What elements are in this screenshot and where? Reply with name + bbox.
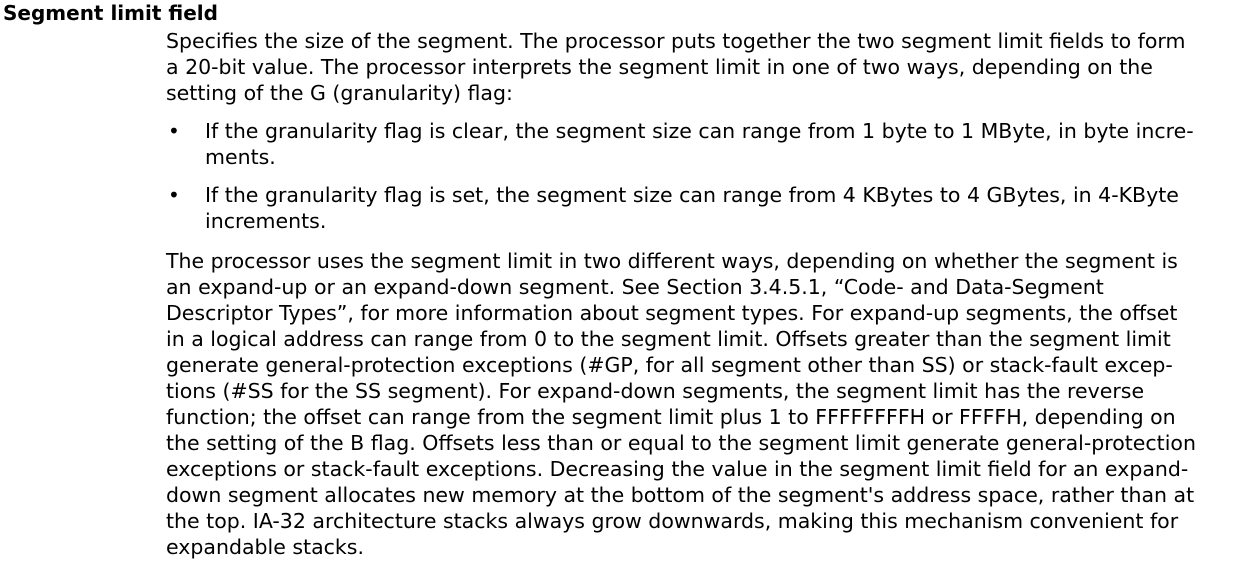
text-line: increments. bbox=[205, 209, 327, 233]
section-heading: Segment limit field bbox=[3, 1, 218, 25]
text-line: a 20-bit value. The processor interprets… bbox=[166, 55, 1153, 79]
text-line: ments. bbox=[205, 145, 276, 169]
text-line: the setting of the B flag. Offsets less … bbox=[166, 431, 1196, 455]
bullet-icon: • bbox=[168, 119, 180, 143]
text-line: The processor uses the segment limit in … bbox=[166, 249, 1178, 273]
usage-paragraph: The processor uses the segment limit in … bbox=[166, 248, 1230, 560]
text-line: in a logical address can range from 0 to… bbox=[166, 327, 1171, 351]
text-line: If the granularity flag is set, the segm… bbox=[205, 183, 1179, 207]
text-line: the top. IA-32 architecture stacks alway… bbox=[166, 509, 1179, 533]
text-line: If the granularity flag is clear, the se… bbox=[205, 119, 1194, 143]
text-line: expandable stacks. bbox=[166, 535, 364, 559]
text-line: tions (#SS for the SS segment). For expa… bbox=[166, 379, 1145, 403]
bullet-list-item-1: • If the granularity flag is clear, the … bbox=[166, 118, 1230, 170]
list-item: • If the granularity flag is set, the se… bbox=[166, 182, 1230, 234]
text-line: generate general-protection exceptions (… bbox=[166, 353, 1173, 377]
text-line: Descriptor Types”, for more information … bbox=[166, 301, 1178, 325]
text-line: function; the offset can range from the … bbox=[166, 405, 1176, 429]
intro-paragraph: Specifies the size of the segment. The p… bbox=[166, 28, 1230, 106]
text-line: an expand-up or an expand-down segment. … bbox=[166, 275, 1104, 299]
text-line: exceptions or stack-fault exceptions. De… bbox=[166, 457, 1189, 481]
list-item: • If the granularity flag is clear, the … bbox=[166, 118, 1230, 170]
text-line: setting of the G (granularity) flag: bbox=[166, 81, 513, 105]
bullet-list-item-2: • If the granularity flag is set, the se… bbox=[166, 182, 1230, 234]
bullet-icon: • bbox=[168, 183, 180, 207]
text-line: Specifies the size of the segment. The p… bbox=[166, 29, 1186, 53]
text-line: down segment allocates new memory at the… bbox=[166, 483, 1195, 507]
